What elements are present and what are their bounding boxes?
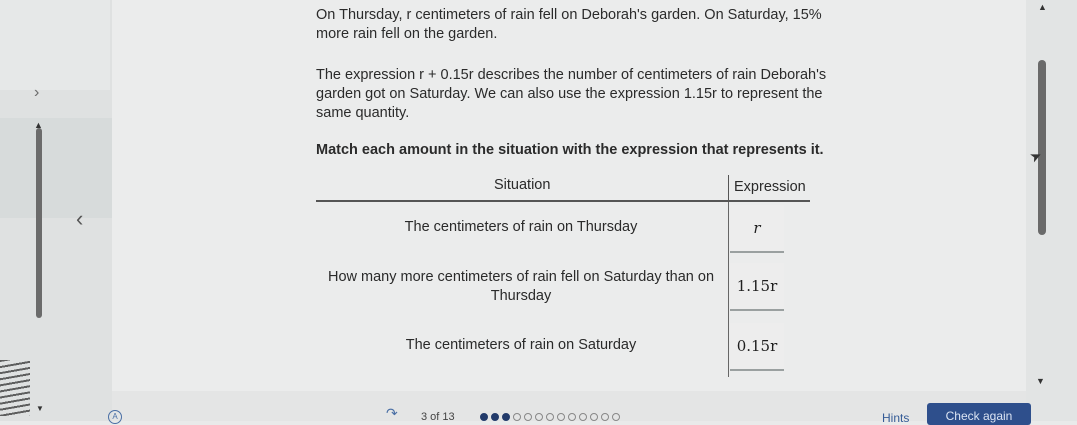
progress-dot [590,413,598,421]
accessibility-icon[interactable]: A [108,410,122,424]
progress-dot [524,413,532,421]
right-scrollbar[interactable] [1038,60,1046,235]
problem-paragraph-2: The expression r + 0.15r describes the n… [316,67,827,121]
chevron-right-icon[interactable]: › [34,84,39,102]
situation-row-thursday: The centimeters of rain on Thursday [404,219,638,235]
situation-row-saturday: The centimeters of rain on Saturday [405,337,637,353]
progress-dot [568,413,576,421]
progress-dot [601,413,609,421]
progress-dot [491,413,499,421]
expression-tile-0-15r[interactable]: 0.15r [730,323,784,371]
redo-arrow-icon[interactable]: ↷ [386,405,398,422]
scroll-up-arrow-icon[interactable]: ▲ [1038,2,1047,12]
progress-dots [480,413,620,421]
left-panel-top [0,0,110,90]
stripes-decoration [0,360,30,416]
hints-link[interactable]: Hints [882,411,909,425]
progress-dot [502,413,510,421]
chevron-left-icon[interactable]: ‹ [76,206,83,232]
right-rail [1026,0,1077,421]
header-expression: Expression [734,179,806,195]
left-scrollbar[interactable] [36,128,42,318]
expression-tile-1-15r[interactable]: 1.15r [730,263,784,311]
header-rule [316,200,810,202]
progress-dot [546,413,554,421]
instruction-text: Match each amount in the situation with … [316,142,824,158]
progress-dot [579,413,587,421]
progress-dot [557,413,565,421]
column-divider [728,202,729,377]
header-divider [728,175,729,201]
check-again-button[interactable]: Check again [927,403,1031,425]
left-panel-middle [0,118,112,218]
progress-dot [480,413,488,421]
header-situation: Situation [494,177,551,193]
situation-row-difference: How many more centimeters of rain fell o… [327,269,715,304]
progress-label: 3 of 13 [421,411,455,423]
progress-dot [513,413,521,421]
expression-tile-r[interactable]: r [730,205,784,253]
scroll-down-arrow-icon[interactable]: ▼ [1036,376,1045,386]
matching-table: Situation Expression The centimeters of … [316,175,810,377]
problem-paragraph-1: On Thursday, r centimeters of rain fell … [316,7,822,42]
progress-dot [612,413,620,421]
progress-dot [535,413,543,421]
scroll-down-arrow-icon[interactable]: ▼ [36,404,44,413]
